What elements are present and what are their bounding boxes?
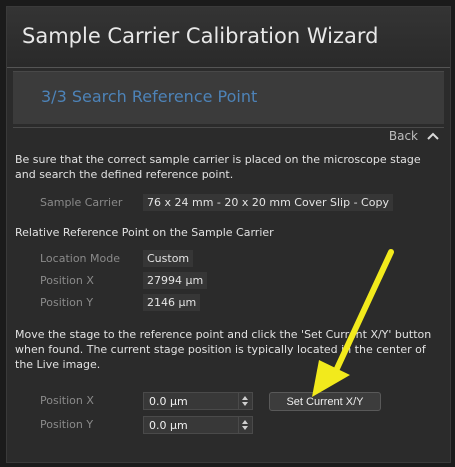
stage-position-y-value: 0.0 µm [149,419,188,432]
set-current-xy-button[interactable]: Set Current X/Y [269,392,381,411]
stage-position-x-label: Position X [40,394,94,407]
location-mode-label: Location Mode [40,252,120,265]
wizard-window: Sample Carrier Calibration Wizard 3/3 Se… [6,6,451,463]
stage-position-y-field[interactable]: 0.0 µm [143,416,253,434]
stage-position-x-value: 0.0 µm [149,395,188,408]
instructions-text: Move the stage to the reference point an… [15,328,432,371]
reference-heading: Relative Reference Point on the Sample C… [15,226,274,239]
back-label: Back [388,129,418,143]
stage-position-y-label: Position Y [40,418,94,431]
step-title: 3/3 Search Reference Point [41,87,258,106]
reference-position-y-value: 2146 µm [143,294,201,311]
sample-carrier-value: 76 x 24 mm - 20 x 20 mm Cover Slip - Cop… [143,194,393,211]
back-row: Back [7,123,450,145]
reference-position-x-value: 27994 µm [143,272,208,289]
reference-position-y-label: Position Y [40,296,94,309]
back-button[interactable]: Back [389,129,440,143]
reference-position-x-label: Position X [40,274,94,287]
window-title: Sample Carrier Calibration Wizard [22,24,379,48]
title-bar: Sample Carrier Calibration Wizard [7,7,450,68]
intro-text: Be sure that the correct sample carrier … [15,153,421,181]
spinner-arrows-icon[interactable] [238,417,252,433]
location-mode-value: Custom [143,250,194,267]
chevron-up-icon [427,132,439,140]
spinner-arrows-icon[interactable] [238,393,252,409]
step-header: 3/3 Search Reference Point [13,71,444,124]
stage-position-x-field[interactable]: 0.0 µm [143,392,253,410]
sample-carrier-label: Sample Carrier [40,196,123,209]
